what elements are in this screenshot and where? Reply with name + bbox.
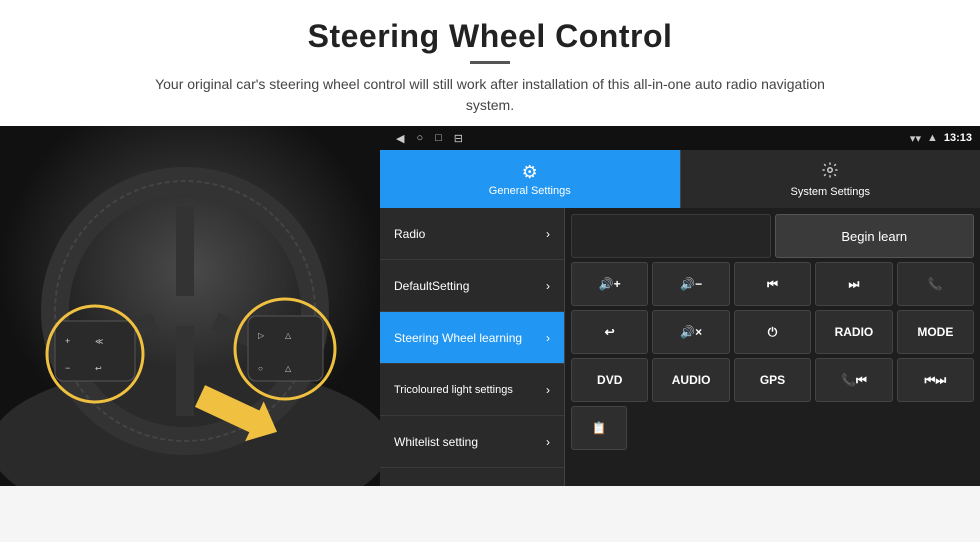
gps-button[interactable]: GPS xyxy=(734,358,811,402)
audio-label: AUDIO xyxy=(672,373,711,387)
whitelist-arrow-icon: › xyxy=(546,435,550,449)
page-title: Steering Wheel Control xyxy=(60,18,920,55)
dvd-label: DVD xyxy=(597,373,622,387)
system-settings-icon xyxy=(821,161,839,184)
signal-icon: ▾▾ xyxy=(910,132,921,145)
svg-text:≪: ≪ xyxy=(95,337,103,346)
ctrl-row-1: Begin learn xyxy=(571,214,974,258)
steering-arrow-icon: › xyxy=(546,331,550,345)
tricolour-arrow-icon: › xyxy=(546,383,550,397)
begin-learn-label: Begin learn xyxy=(841,229,907,244)
radio-ctrl-label: RADIO xyxy=(835,325,874,339)
phone-prev-button[interactable]: 📞⏮ xyxy=(815,358,892,402)
menu-item-radio[interactable]: Radio › xyxy=(380,208,564,260)
gps-label: GPS xyxy=(760,373,785,387)
power-button[interactable]: ⏻ xyxy=(734,310,811,354)
mode-label: MODE xyxy=(917,325,953,339)
menu-list: Radio › DefaultSetting › Steering Wheel … xyxy=(380,208,565,486)
default-arrow-icon: › xyxy=(546,279,550,293)
svg-text:△: △ xyxy=(285,331,292,340)
prev-next-button[interactable]: ⏮⏭ xyxy=(897,358,974,402)
ctrl-row-5: 📋 xyxy=(571,406,974,450)
svg-text:+: + xyxy=(65,336,70,346)
radio-label: Radio xyxy=(394,227,425,241)
general-settings-label: General Settings xyxy=(489,185,571,197)
svg-text:↩: ↩ xyxy=(95,364,102,373)
menu-item-default[interactable]: DefaultSetting › xyxy=(380,260,564,312)
general-settings-icon: ⚙ xyxy=(522,162,538,183)
menu-item-whitelist[interactable]: Whitelist setting › xyxy=(380,416,564,468)
mute-button[interactable]: 🔊× xyxy=(652,310,729,354)
radio-ctrl-button[interactable]: RADIO xyxy=(815,310,892,354)
next-track-icon: ⏭ xyxy=(849,277,860,292)
nav-home-icon[interactable]: ○ xyxy=(416,132,423,144)
dvd-button[interactable]: DVD xyxy=(571,358,648,402)
list-icon: 📋 xyxy=(592,421,607,435)
status-bar: ◀ ○ □ ⊟ ▾▾ ▲ 13:13 xyxy=(380,126,980,150)
list-button[interactable]: 📋 xyxy=(571,406,627,450)
vol-up-icon: 🔊+ xyxy=(599,277,621,291)
mode-button[interactable]: MODE xyxy=(897,310,974,354)
ctrl-row-2: 🔊+ 🔊− ⏮ ⏭ 📞 xyxy=(571,262,974,306)
vol-down-icon: 🔊− xyxy=(680,277,702,291)
svg-text:○: ○ xyxy=(258,364,263,373)
main-content: Radio › DefaultSetting › Steering Wheel … xyxy=(380,208,980,486)
menu-item-steering[interactable]: Steering Wheel learning › xyxy=(380,312,564,364)
top-section: Steering Wheel Control Your original car… xyxy=(0,0,980,126)
status-time: 13:13 xyxy=(944,132,972,144)
phone-button[interactable]: 📞 xyxy=(897,262,974,306)
menu-item-tricolour[interactable]: Tricoloured light settings › xyxy=(380,364,564,416)
audio-button[interactable]: AUDIO xyxy=(652,358,729,402)
tab-system[interactable]: System Settings xyxy=(680,150,980,208)
ctrl-row-4: DVD AUDIO GPS 📞⏮ ⏮⏭ xyxy=(571,358,974,402)
nav-back-icon[interactable]: ◀ xyxy=(396,132,404,145)
prev-track-icon: ⏮ xyxy=(767,277,778,292)
tab-general[interactable]: ⚙ General Settings xyxy=(380,150,680,208)
phone-prev-icon: 📞⏮ xyxy=(841,373,867,388)
steering-wheel-image: + ≪ − ↩ ▷ △ ○ △ xyxy=(0,126,380,486)
power-icon: ⏻ xyxy=(768,325,778,340)
system-settings-label: System Settings xyxy=(791,186,870,198)
vol-down-button[interactable]: 🔊− xyxy=(652,262,729,306)
back-icon: ↩ xyxy=(605,325,615,339)
svg-text:▷: ▷ xyxy=(258,331,265,340)
title-divider xyxy=(470,61,510,64)
whitelist-label: Whitelist setting xyxy=(394,435,478,449)
wifi-icon: ▲ xyxy=(927,132,938,144)
radio-arrow-icon: › xyxy=(546,227,550,241)
tab-bar: ⚙ General Settings System Settings xyxy=(380,150,980,208)
tricolour-label: Tricoloured light settings xyxy=(394,384,513,396)
nav-menu-icon[interactable]: ⊟ xyxy=(454,132,463,145)
default-label: DefaultSetting xyxy=(394,279,469,293)
mute-icon: 🔊× xyxy=(680,325,702,339)
svg-text:−: − xyxy=(65,363,70,373)
vol-up-button[interactable]: 🔊+ xyxy=(571,262,648,306)
steering-label: Steering Wheel learning xyxy=(394,331,522,345)
empty-slot-1 xyxy=(571,214,771,258)
begin-learn-button[interactable]: Begin learn xyxy=(775,214,975,258)
content-area: + ≪ − ↩ ▷ △ ○ △ xyxy=(0,126,980,486)
ctrl-row-3: ↩ 🔊× ⏻ RADIO MODE xyxy=(571,310,974,354)
android-ui: ◀ ○ □ ⊟ ▾▾ ▲ 13:13 ⚙ General Settings xyxy=(380,126,980,486)
prev-next-icon: ⏮⏭ xyxy=(925,373,947,388)
nav-recent-icon[interactable]: □ xyxy=(435,132,442,144)
control-panel: Begin learn 🔊+ 🔊− ⏮ ⏭ xyxy=(565,208,980,486)
next-track-button[interactable]: ⏭ xyxy=(815,262,892,306)
subtitle-text: Your original car's steering wheel contr… xyxy=(150,74,830,116)
prev-track-button[interactable]: ⏮ xyxy=(734,262,811,306)
svg-text:△: △ xyxy=(285,364,292,373)
phone-icon: 📞 xyxy=(928,277,943,291)
back-button[interactable]: ↩ xyxy=(571,310,648,354)
